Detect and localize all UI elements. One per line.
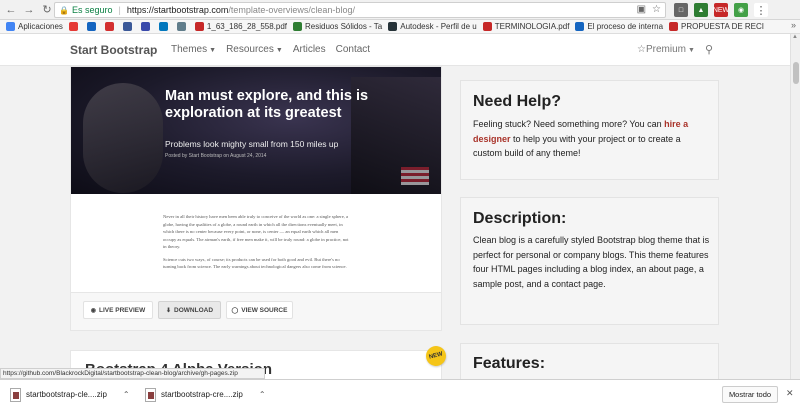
hero-title: Man must explore, and this is exploratio…: [165, 88, 369, 121]
nav-links: Themes ▼ Resources ▼ Articles Contact: [171, 44, 370, 55]
bookmarks-overflow-icon[interactable]: »: [791, 20, 796, 30]
bookmark-favicon-icon: [575, 22, 585, 31]
scroll-up-arrow-icon[interactable]: ▲: [792, 34, 798, 40]
bookmark-item[interactable]: [104, 22, 117, 31]
nav-resources[interactable]: Resources ▼: [226, 44, 283, 55]
template-body-text: Never in all their history have men been…: [163, 213, 349, 276]
hero-meta: Posted by Start Bootstrap on August 24, …: [165, 153, 267, 159]
template-hero-image: Man must explore, and this is exploratio…: [71, 67, 441, 194]
bookmark-favicon-icon: [293, 22, 303, 31]
close-icon[interactable]: ✕: [786, 388, 794, 399]
lock-icon: 🔒: [59, 5, 69, 15]
features-title: Features:: [473, 355, 546, 372]
bookmark-favicon-icon: [68, 22, 78, 31]
url-host: https://startbootstrap.com: [126, 5, 229, 15]
view-source-button[interactable]: ◯ VIEW SOURCE: [226, 301, 293, 319]
caret-down-icon: ▼: [275, 47, 283, 54]
body-paragraph: Never in all their history have men been…: [163, 214, 349, 249]
forward-arrow-icon[interactable]: →: [22, 3, 36, 17]
bookmark-favicon-icon: [140, 22, 150, 31]
page-icon[interactable]: ▣: [637, 4, 646, 15]
caret-down-icon: ▼: [687, 47, 695, 54]
bookmark-favicon-icon: [669, 22, 679, 31]
extension-new-icon[interactable]: NEW: [713, 3, 729, 17]
url-path: /template-overviews/clean-blog/: [228, 5, 355, 15]
download-item[interactable]: startbootstrap-cre....zip ⌃: [145, 386, 266, 403]
bookmark-item[interactable]: El proceso de interna: [575, 22, 663, 31]
downloads-shelf: startbootstrap-cle....zip ⌃ startbootstr…: [0, 379, 800, 408]
bookmark-favicon-icon: [176, 22, 186, 31]
help-title: Need Help?: [473, 93, 562, 110]
download-button[interactable]: ⬇ DOWNLOAD: [158, 301, 221, 319]
bookmark-item[interactable]: [86, 22, 99, 31]
bookmark-item[interactable]: Autodesk - Perfil de u: [388, 22, 477, 31]
flag-patch-graphic: [401, 167, 429, 185]
help-panel: Need Help? Feeling stuck? Need something…: [460, 80, 719, 180]
bookmark-item[interactable]: 1_63_186_28_558.pdf: [194, 22, 287, 31]
github-icon: ◯: [231, 307, 239, 314]
bookmark-favicon-icon: [6, 22, 15, 31]
eye-icon: ◉: [90, 307, 96, 314]
download-item[interactable]: startbootstrap-cle....zip ⌃: [10, 386, 130, 403]
nav-themes[interactable]: Themes ▼: [171, 44, 216, 55]
menu-dots-icon[interactable]: ⋮: [754, 3, 768, 17]
status-bar-url: https://github.com/BlackrockDigital/star…: [0, 368, 265, 379]
bookmark-favicon-icon: [104, 22, 114, 31]
chevron-up-icon[interactable]: ⌃: [123, 390, 130, 399]
search-icon[interactable]: ⚲: [705, 43, 713, 56]
bookmark-item[interactable]: [122, 22, 135, 31]
site-navbar: Start Bootstrap Themes ▼ Resources ▼ Artic…: [0, 34, 790, 66]
live-preview-button[interactable]: ◉ LIVE PREVIEW: [83, 301, 153, 319]
scroll-thumb[interactable]: [793, 62, 799, 84]
show-all-downloads-button[interactable]: Mostrar todo: [722, 386, 778, 403]
features-panel: Features:: [460, 343, 719, 383]
astronaut-helmet-graphic: [83, 83, 163, 193]
address-bar[interactable]: 🔒 Es seguro | https://startbootstrap.com…: [54, 2, 666, 18]
bookmark-item[interactable]: [68, 22, 81, 31]
bookmark-favicon-icon: [194, 22, 204, 31]
bookmarks-bar: Aplicaciones 1_63_186_28_558.pdf Residuos …: [0, 20, 800, 34]
bookmark-item[interactable]: [140, 22, 153, 31]
bookmark-favicon-icon: [482, 22, 492, 31]
caret-down-icon: ▼: [209, 47, 217, 54]
secure-label: Es seguro: [71, 5, 113, 15]
download-icon: ⬇: [165, 307, 172, 314]
page-scrollbar[interactable]: ▲: [790, 34, 800, 379]
bookmark-item[interactable]: Aplicaciones: [6, 22, 63, 31]
extension-icon[interactable]: □: [674, 3, 688, 17]
zip-file-icon: [145, 387, 156, 402]
bookmark-item[interactable]: PROPUESTA DE RECI: [669, 22, 764, 31]
description-title: Description:: [473, 210, 567, 227]
site-brand[interactable]: Start Bootstrap: [70, 43, 157, 57]
nav-contact[interactable]: Contact: [336, 44, 370, 55]
extension-icon[interactable]: ▲: [694, 3, 708, 17]
bookmark-favicon-icon: [158, 22, 168, 31]
star-outline-icon: ☆: [637, 44, 646, 55]
bookmark-item[interactable]: TERMINOLOGIA.pdf: [482, 22, 569, 31]
reload-icon[interactable]: ↻: [40, 3, 54, 17]
nav-articles[interactable]: Articles: [293, 44, 326, 55]
back-arrow-icon[interactable]: ←: [4, 3, 18, 17]
help-text: Feeling stuck? Need something more? You …: [473, 119, 689, 158]
template-preview-card: Man must explore, and this is exploratio…: [70, 66, 442, 331]
description-text: Clean blog is a carefully styled Bootstr…: [473, 235, 710, 289]
body-paragraph: Science cuts two ways, of course; its pr…: [163, 256, 347, 270]
bookmark-item[interactable]: [158, 22, 171, 31]
nav-premium[interactable]: ☆Premium ▼: [637, 44, 695, 55]
bookmark-item[interactable]: [176, 22, 189, 31]
bookmark-item[interactable]: Residuos Sólidos - Ta: [293, 22, 382, 31]
chevron-up-icon[interactable]: ⌃: [259, 390, 266, 399]
extension-icon[interactable]: ◉: [734, 3, 748, 17]
hero-subtitle: Problems look mighty small from 150 mile…: [165, 139, 339, 149]
address-separator: |: [118, 5, 121, 15]
zip-file-icon: [10, 387, 21, 402]
bookmark-favicon-icon: [122, 22, 132, 31]
bookmark-favicon-icon: [86, 22, 96, 31]
browser-toolbar: ← → ↻ 🔒 Es seguro | https://startbootstr…: [0, 0, 800, 20]
bookmark-favicon-icon: [388, 22, 398, 31]
description-panel: Description: Clean blog is a carefully s…: [460, 197, 719, 325]
template-actions: ◉ LIVE PREVIEW ⬇ DOWNLOAD ◯ VIEW SOURCE: [71, 292, 441, 330]
bookmark-star-icon[interactable]: ☆: [652, 4, 661, 15]
